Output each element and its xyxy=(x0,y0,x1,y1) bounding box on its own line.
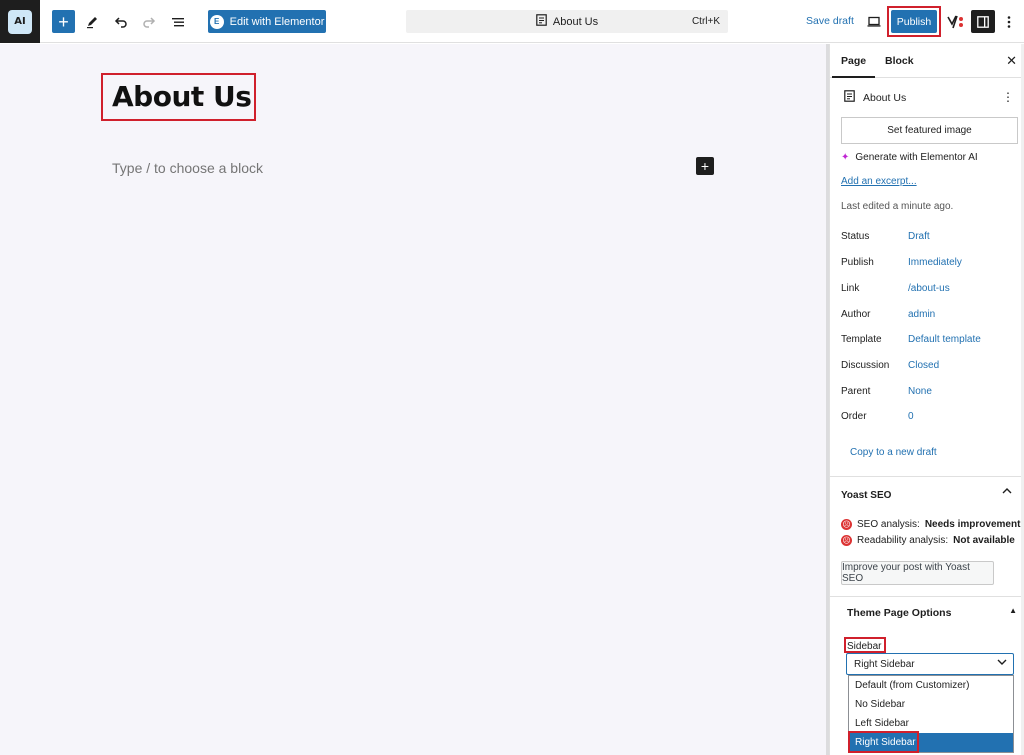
right-sidebar-highlight xyxy=(848,731,919,753)
redo-icon[interactable] xyxy=(137,10,161,33)
meta-value-link[interactable]: Default template xyxy=(908,334,981,345)
editor-top-bar: AI + E Edit with Elementor About Us Ctrl… xyxy=(0,0,1024,43)
options-more-icon[interactable] xyxy=(1000,10,1018,33)
preview-icon[interactable] xyxy=(862,10,886,33)
chevron-up-icon[interactable] xyxy=(1002,487,1012,498)
undo-icon[interactable] xyxy=(109,10,133,33)
seo-analysis-row: ☹ SEO analysis: Needs improvement xyxy=(841,519,1020,530)
meta-value-link[interactable]: 0 xyxy=(908,411,914,422)
tab-block[interactable]: Block xyxy=(885,55,914,67)
block-inserter-button[interactable]: + xyxy=(696,157,714,175)
publish-highlight xyxy=(887,6,941,37)
generate-with-elementor-ai[interactable]: ✦ Generate with Elementor AI xyxy=(841,152,978,163)
add-block-button[interactable]: + xyxy=(52,10,75,33)
generate-ai-label: Generate with Elementor AI xyxy=(855,152,978,163)
site-icon-button[interactable]: AI xyxy=(0,0,40,43)
page-document-icon xyxy=(844,90,855,105)
document-overview-icon[interactable] xyxy=(166,10,190,33)
edit-with-elementor-button[interactable]: E Edit with Elementor xyxy=(208,10,326,33)
meta-value-link[interactable]: /about-us xyxy=(908,283,950,294)
edit-with-elementor-label: Edit with Elementor xyxy=(229,15,325,28)
document-actions-more-icon[interactable]: ⋮ xyxy=(1002,90,1014,104)
meta-key: Status xyxy=(841,231,870,242)
meta-value-link[interactable]: Closed xyxy=(908,360,939,371)
sidebar-label-highlight xyxy=(844,637,886,653)
seo-analysis-label: SEO analysis: xyxy=(857,519,920,530)
meta-key: Template xyxy=(841,334,882,345)
document-title-bar[interactable]: About Us Ctrl+K xyxy=(406,10,728,33)
copy-to-new-draft-button[interactable]: Copy to a new draft xyxy=(850,447,937,458)
yoast-panel-title[interactable]: Yoast SEO xyxy=(841,490,891,501)
document-title: About Us xyxy=(552,15,599,28)
sidebar-option[interactable]: Default (from Customizer) xyxy=(849,676,1013,695)
divider xyxy=(830,596,1024,597)
meta-key: Publish xyxy=(841,257,874,268)
meta-value-link[interactable]: None xyxy=(908,386,932,397)
seo-analysis-value: Needs improvement xyxy=(924,519,1021,530)
improve-yoast-button[interactable]: Improve your post with Yoast SEO xyxy=(841,561,994,585)
elementor-icon: E xyxy=(209,14,224,29)
title-highlight xyxy=(101,73,256,121)
sidebar-tabs: Page Block ✕ xyxy=(830,44,1024,78)
chevron-down-icon xyxy=(997,657,1007,669)
meta-value-link[interactable]: Draft xyxy=(908,231,930,242)
block-placeholder[interactable]: Type / to choose a block xyxy=(112,160,263,176)
tools-pencil-icon[interactable] xyxy=(80,10,104,33)
settings-sidebar-icon[interactable] xyxy=(971,10,995,33)
tab-page[interactable]: Page xyxy=(831,55,876,78)
sidebar-select[interactable]: Right Sidebar xyxy=(846,653,1014,675)
document-summary: About Us xyxy=(844,90,906,105)
theme-page-options-title[interactable]: Theme Page Options xyxy=(847,607,951,619)
set-featured-image-button[interactable]: Set featured image xyxy=(841,117,1018,144)
site-logo: AI xyxy=(8,9,32,34)
sparkle-icon: ✦ xyxy=(841,152,850,163)
readability-value: Not available xyxy=(953,535,1015,546)
divider xyxy=(830,476,1024,477)
sad-face-icon: ☹ xyxy=(841,535,852,546)
readability-row: ☹ Readability analysis: Not available xyxy=(841,535,1015,546)
meta-key: Author xyxy=(841,309,871,320)
meta-key: Link xyxy=(841,283,860,294)
readability-label: Readability analysis: xyxy=(857,535,949,546)
command-shortcut: Ctrl+K xyxy=(691,16,720,27)
save-draft-button[interactable]: Save draft xyxy=(806,15,854,27)
meta-key: Order xyxy=(841,411,867,422)
close-icon[interactable]: ✕ xyxy=(1006,53,1017,69)
meta-value-link[interactable]: admin xyxy=(908,309,935,320)
sad-face-icon: ☹ xyxy=(841,519,852,530)
meta-value-link[interactable]: Immediately xyxy=(908,257,962,268)
sidebar-option[interactable]: No Sidebar xyxy=(849,695,1013,714)
document-name: About Us xyxy=(863,91,907,104)
add-excerpt-link[interactable]: Add an excerpt... xyxy=(841,176,917,187)
triangle-up-icon[interactable]: ▲ xyxy=(1009,606,1017,615)
editor-canvas xyxy=(0,44,826,755)
page-document-icon xyxy=(536,14,547,29)
last-edited-text: Last edited a minute ago. xyxy=(841,201,954,212)
yoast-icon[interactable] xyxy=(944,10,966,33)
settings-sidebar: Page Block ✕ About Us ⋮ Set featured ima… xyxy=(829,44,1024,755)
meta-key: Parent xyxy=(841,386,871,397)
sidebar-select-value: Right Sidebar xyxy=(854,658,915,670)
meta-key: Discussion xyxy=(841,360,890,371)
